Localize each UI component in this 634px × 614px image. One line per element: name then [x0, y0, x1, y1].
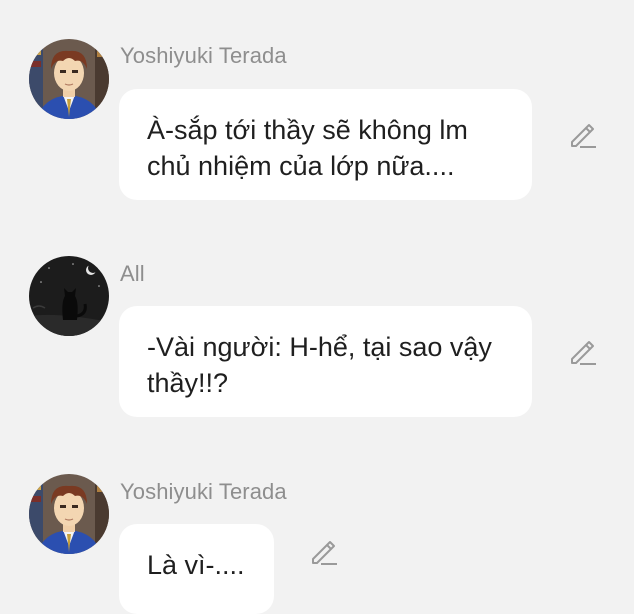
message-line: À-sắp tới thầy sẽ không lm [147, 115, 468, 145]
message-line: -Vài người: H-hể, tại sao vậy [147, 332, 492, 362]
message-line: Là vì-.... [147, 550, 245, 580]
edit-pencil-icon[interactable] [568, 337, 598, 367]
character-avatar[interactable] [29, 39, 109, 119]
sender-name: Yoshiyuki Terada [120, 479, 287, 504]
edit-pencil-icon[interactable] [568, 120, 598, 150]
edit-pencil-icon[interactable] [309, 537, 339, 567]
message-line: thầy!!? [147, 368, 229, 398]
character-avatar[interactable] [29, 474, 109, 554]
sender-name: Yoshiyuki Terada [120, 43, 287, 68]
cat-night-avatar[interactable] [29, 256, 109, 336]
message-bubble[interactable]: À-sắp tới thầy sẽ không lm chủ nhiệm của… [119, 89, 532, 200]
sender-name: All [120, 261, 145, 286]
message-line: chủ nhiệm của lớp nữa.... [147, 151, 455, 181]
message-bubble[interactable]: Là vì-.... [119, 524, 274, 614]
message-bubble[interactable]: -Vài người: H-hể, tại sao vậy thầy!!? [119, 306, 532, 417]
